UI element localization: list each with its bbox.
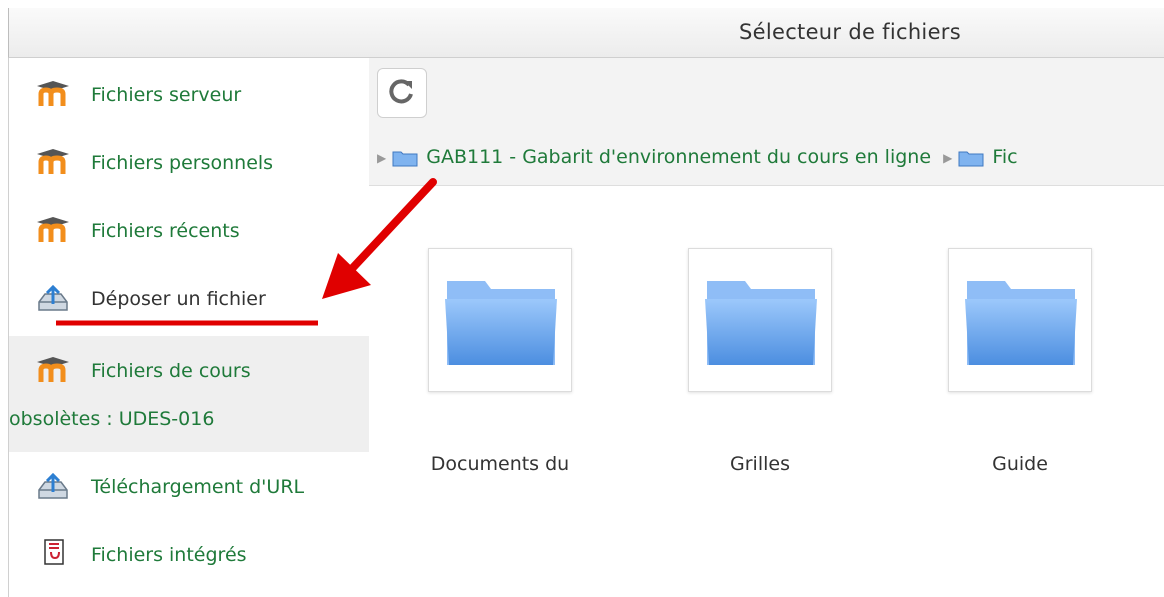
breadcrumb-item[interactable]: Fic	[992, 146, 1017, 168]
upload-icon	[38, 284, 68, 311]
sidebar-item-label: Téléchargement d'URL	[91, 476, 305, 498]
window-title: Sélecteur de fichiers	[739, 20, 961, 44]
sidebar-item-obsolete-course-files[interactable]: Fichiers de cours obsolètes : UDES-016	[9, 336, 369, 452]
sidebar-item-personal-files[interactable]: Fichiers personnels	[9, 134, 369, 194]
title-bar: Sélecteur de fichiers	[8, 8, 1164, 58]
moodle-icon	[37, 217, 69, 242]
repository-sidebar: Fichiers serveur Fichiers personnels Fic…	[8, 58, 370, 597]
sidebar-item-label: Déposer un fichier	[91, 288, 266, 310]
chevron-right-icon: ▶	[377, 150, 387, 165]
folder-tile[interactable]	[948, 248, 1092, 392]
sidebar-item-label-line2: obsolètes : UDES-016	[9, 408, 215, 430]
folder-icon	[958, 151, 984, 166]
chevron-right-icon: ▶	[943, 150, 953, 165]
moodle-icon	[37, 81, 69, 106]
sidebar-item-label: Fichiers personnels	[91, 152, 274, 174]
refresh-icon	[389, 79, 413, 104]
sidebar-item-upload-file[interactable]: Déposer un fichier	[9, 270, 369, 330]
sidebar-item-embedded-files[interactable]: Fichiers intégrés	[9, 526, 369, 586]
sidebar-item-label: Fichiers serveur	[91, 84, 242, 106]
folder-tile[interactable]	[428, 248, 572, 392]
sidebar-item-label: Fichiers de cours	[91, 360, 251, 382]
sidebar-item-label: Fichiers récents	[91, 220, 240, 242]
breadcrumb-item[interactable]: GAB111 - Gabarit d'environnement du cour…	[426, 146, 931, 168]
embedded-files-icon	[44, 539, 64, 565]
folder-tile[interactable]	[688, 248, 832, 392]
folder-icon	[965, 281, 1077, 365]
refresh-button[interactable]	[377, 68, 427, 118]
breadcrumb: ▶ GAB111 - Gabarit d'environnement du cou…	[377, 146, 1018, 172]
folder-label[interactable]: Grilles	[660, 453, 860, 475]
sidebar-item-url-download[interactable]: Téléchargement d'URL	[9, 458, 369, 518]
upload-icon	[38, 472, 68, 499]
toolbar: ▶ GAB111 - Gabarit d'environnement du cou…	[369, 58, 1164, 186]
moodle-icon	[37, 149, 69, 174]
folder-label[interactable]: Guide	[920, 453, 1120, 475]
sidebar-item-label: Fichiers intégrés	[91, 544, 247, 566]
folder-label[interactable]: Documents du	[400, 453, 600, 475]
folder-icon	[445, 281, 557, 365]
sidebar-item-server-files[interactable]: Fichiers serveur	[9, 66, 369, 126]
moodle-icon	[37, 357, 69, 382]
folder-icon	[705, 281, 817, 365]
folder-icon	[392, 151, 418, 166]
sidebar-item-recent-files[interactable]: Fichiers récents	[9, 202, 369, 262]
file-browser: ▶ GAB111 - Gabarit d'environnement du cou…	[369, 58, 1164, 597]
